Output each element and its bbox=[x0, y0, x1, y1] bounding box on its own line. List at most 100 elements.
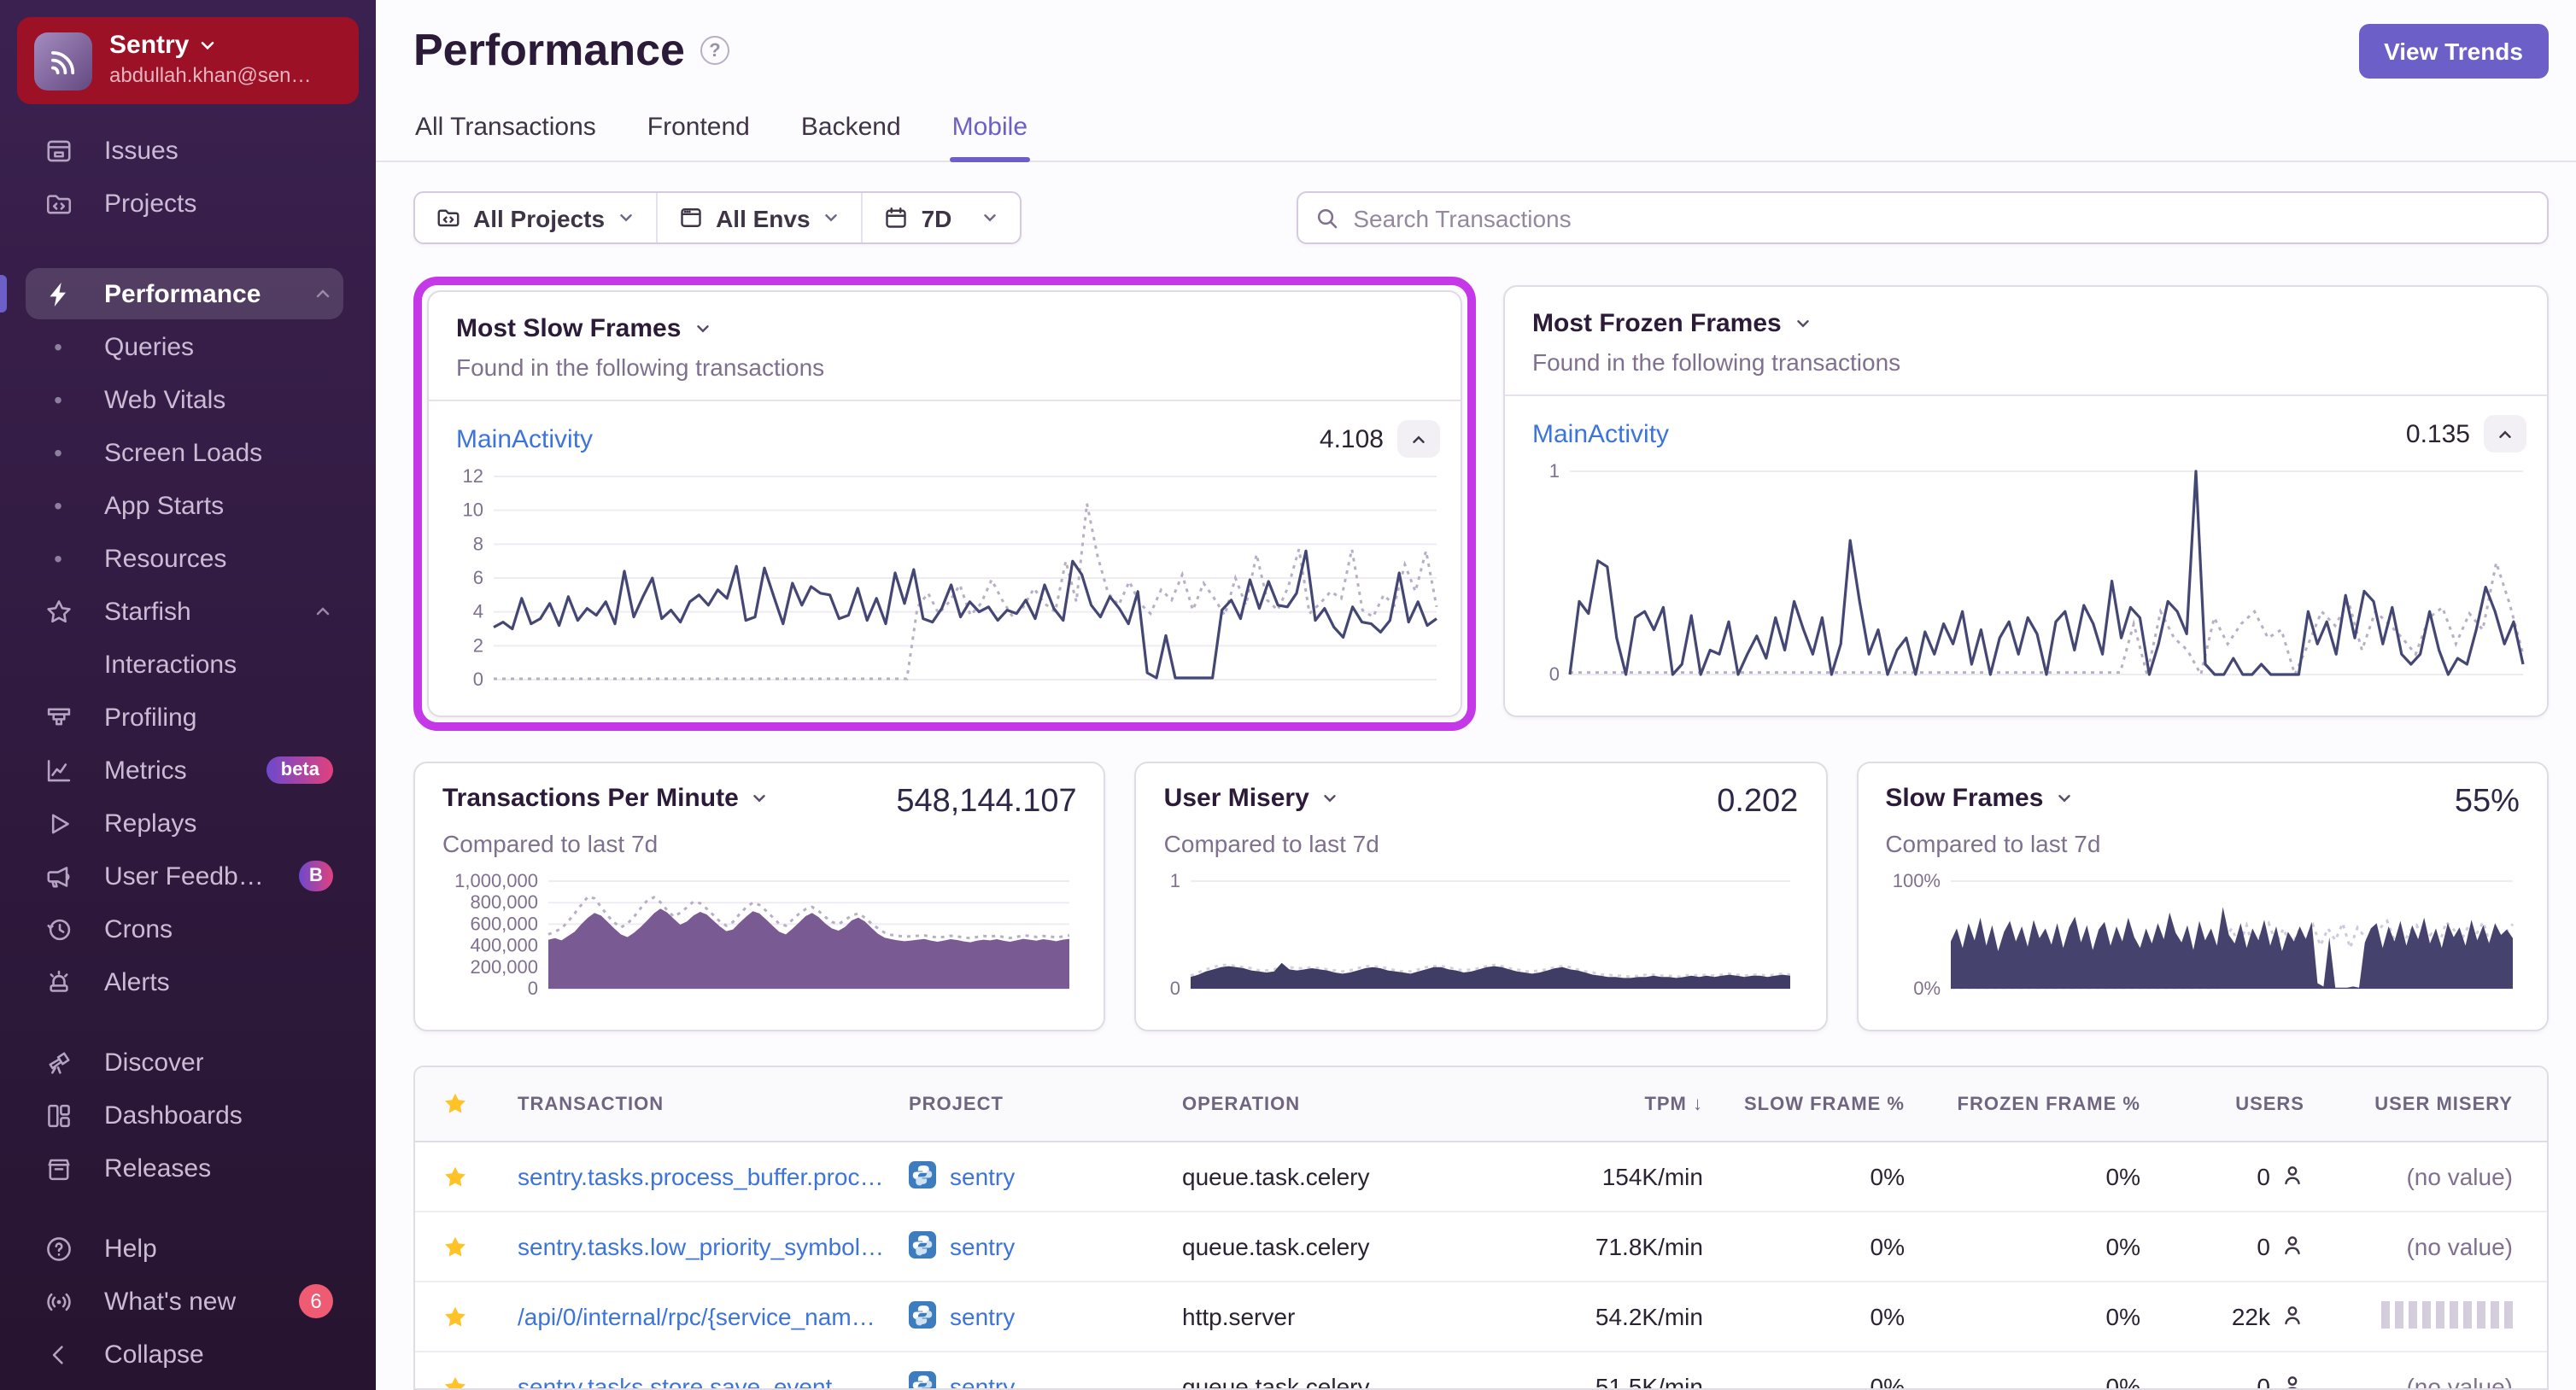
sidebar-item-issues[interactable]: Issues bbox=[26, 126, 343, 177]
sidebar-item-resources[interactable]: • Resources bbox=[26, 534, 343, 585]
python-icon bbox=[909, 1300, 936, 1333]
sidebar-nav: Issues Projects Performance • Queries • Web Vi… bbox=[0, 122, 376, 1390]
stat-value: 55% bbox=[2454, 784, 2520, 820]
widget-title-dropdown[interactable]: Transactions Per Minute bbox=[442, 784, 770, 813]
org-switcher[interactable]: Sentry abdullah.khan@sen… bbox=[17, 17, 359, 105]
chevron-down-icon bbox=[754, 795, 766, 803]
column-header-project[interactable]: PROJECT bbox=[909, 1094, 1182, 1114]
svg-text:100%: 100% bbox=[1892, 873, 1940, 891]
tpm-card: Transactions Per Minute 548,144.107 Comp… bbox=[413, 762, 1106, 1031]
star-toggle[interactable] bbox=[442, 1304, 518, 1329]
column-header-users[interactable]: USERS bbox=[2140, 1094, 2304, 1114]
bullet-icon: • bbox=[54, 492, 62, 520]
chevron-up-icon bbox=[313, 602, 333, 622]
project-cell[interactable]: sentry bbox=[909, 1230, 1182, 1263]
column-header-frozen-frame[interactable]: FROZEN FRAME % bbox=[1905, 1094, 2140, 1114]
table-row: /api/0/internal/rpc/{service_name}/{me… s… bbox=[415, 1282, 2547, 1352]
sidebar-item-app-starts[interactable]: • App Starts bbox=[26, 481, 343, 532]
user-misery-chart: 10 bbox=[1164, 870, 1799, 999]
sidebar-collapse-button[interactable]: Collapse bbox=[26, 1329, 343, 1381]
widget-title-dropdown[interactable]: User Misery bbox=[1164, 784, 1340, 813]
sidebar-item-dashboards[interactable]: Dashboards bbox=[26, 1090, 343, 1142]
transaction-link[interactable]: MainActivity bbox=[1532, 419, 1669, 448]
search-icon bbox=[1318, 207, 1338, 228]
widget-title-dropdown[interactable]: Most Frozen Frames bbox=[1532, 309, 2520, 338]
column-header-slow-frame[interactable]: SLOW FRAME % bbox=[1703, 1094, 1905, 1114]
sidebar-item-interactions[interactable]: Interactions bbox=[26, 640, 343, 691]
sidebar-item-queries[interactable]: • Queries bbox=[26, 322, 343, 373]
project-cell[interactable]: sentry bbox=[909, 1370, 1182, 1388]
sidebar-item-label: Alerts bbox=[104, 967, 170, 997]
sidebar-item-crons[interactable]: Crons bbox=[26, 904, 343, 955]
help-question-icon[interactable]: ? bbox=[700, 36, 729, 65]
collapse-label: Collapse bbox=[104, 1340, 204, 1370]
frozen-frame-pct-cell: 0% bbox=[2105, 1163, 2140, 1190]
star-toggle[interactable] bbox=[442, 1374, 518, 1388]
sidebar-item-releases[interactable]: Releases bbox=[26, 1143, 343, 1194]
transaction-link[interactable]: MainActivity bbox=[456, 424, 593, 453]
svg-text:800,000: 800,000 bbox=[470, 891, 538, 913]
collapse-row-button[interactable] bbox=[1397, 420, 1440, 458]
sidebar-item-replays[interactable]: Replays bbox=[26, 798, 343, 850]
user-misery-value: (no value) bbox=[2406, 1163, 2513, 1190]
column-header-operation[interactable]: OPERATION bbox=[1182, 1094, 1524, 1114]
sidebar-item-discover[interactable]: Discover bbox=[26, 1037, 343, 1089]
sidebar-item-projects[interactable]: Projects bbox=[26, 178, 343, 230]
transaction-link[interactable]: sentry.tasks.process_buffer.process_incr bbox=[518, 1163, 909, 1190]
search-transactions-field[interactable] bbox=[1297, 191, 2549, 244]
calendar-icon bbox=[884, 205, 910, 231]
sidebar-section: Discover Dashboards Releases bbox=[0, 1037, 376, 1196]
sidebar-item-what-s-new[interactable]: What's new 6 bbox=[26, 1276, 343, 1328]
svg-text:400,000: 400,000 bbox=[470, 935, 538, 956]
tpm-cell: 54.2K/min bbox=[1595, 1303, 1703, 1330]
transaction-link[interactable]: /api/0/internal/rpc/{service_name}/{me… bbox=[518, 1303, 909, 1330]
view-trends-button[interactable]: View Trends bbox=[2358, 24, 2549, 79]
tab-all-transactions[interactable]: All Transactions bbox=[413, 106, 598, 161]
sidebar-item-help[interactable]: Help bbox=[26, 1224, 343, 1275]
sidebar-item-label: Help bbox=[104, 1234, 157, 1264]
project-filter[interactable]: All Projects bbox=[415, 193, 656, 242]
environment-filter[interactable]: All Envs bbox=[656, 193, 862, 242]
widget-title-dropdown[interactable]: Slow Frames bbox=[1885, 784, 2074, 813]
sidebar-item-web-vitals[interactable]: • Web Vitals bbox=[26, 375, 343, 426]
star-column-header-icon[interactable] bbox=[442, 1091, 518, 1117]
sidebar-item-metrics[interactable]: Metrics beta bbox=[26, 745, 343, 797]
star-toggle[interactable] bbox=[442, 1234, 518, 1259]
chevron-down-icon bbox=[823, 208, 841, 227]
column-header-user-misery[interactable]: USER MISERY bbox=[2304, 1094, 2513, 1114]
releases-icon bbox=[43, 1153, 73, 1184]
tab-frontend[interactable]: Frontend bbox=[646, 106, 752, 161]
sidebar-item-starfish[interactable]: Starfish bbox=[26, 587, 343, 638]
tab-mobile[interactable]: Mobile bbox=[950, 106, 1030, 162]
date-range-filter[interactable]: 7D bbox=[861, 193, 1021, 242]
star-toggle[interactable] bbox=[442, 1164, 518, 1189]
users-cell: 0 bbox=[2140, 1232, 2304, 1261]
sidebar-item-label: User Feedback bbox=[104, 861, 268, 891]
svg-text:2: 2 bbox=[473, 634, 483, 656]
sidebar-item-performance[interactable]: Performance bbox=[0, 268, 343, 320]
sidebar-item-user-feedback[interactable]: User Feedback B bbox=[26, 851, 343, 902]
sidebar-item-label: Queries bbox=[104, 332, 195, 362]
widget-title-dropdown[interactable]: Most Slow Frames bbox=[456, 314, 1433, 343]
collapse-row-button[interactable] bbox=[2484, 415, 2526, 453]
sidebar-item-profiling[interactable]: Profiling bbox=[26, 692, 343, 744]
transaction-link[interactable]: sentry.tasks.low_priority_symbolication.… bbox=[518, 1233, 909, 1260]
chevron-up-icon bbox=[313, 284, 333, 305]
tab-backend[interactable]: Backend bbox=[799, 106, 903, 161]
search-input[interactable] bbox=[1353, 204, 2530, 231]
sidebar-item-alerts[interactable]: Alerts bbox=[26, 957, 343, 1008]
sidebar-item-screen-loads[interactable]: • Screen Loads bbox=[26, 428, 343, 479]
svg-text:4: 4 bbox=[473, 601, 483, 622]
column-header-tpm[interactable]: TPM ↓ bbox=[1524, 1094, 1703, 1114]
table-row: sentry.tasks.process_buffer.process_incr… bbox=[415, 1142, 2547, 1212]
transaction-link[interactable]: sentry.tasks.store.save_event bbox=[518, 1373, 909, 1388]
frozen-frames-chart: 10 bbox=[1519, 460, 2530, 685]
crons-icon bbox=[43, 914, 73, 945]
project-cell[interactable]: sentry bbox=[909, 1160, 1182, 1193]
page-header: Performance ? View Trends bbox=[376, 0, 2576, 79]
chevron-left-icon bbox=[43, 1340, 73, 1370]
project-cell[interactable]: sentry bbox=[909, 1300, 1182, 1333]
nav-item-extras bbox=[313, 602, 333, 622]
column-header-transaction[interactable]: TRANSACTION bbox=[518, 1094, 909, 1114]
slow-frames-chart: 12 10 8 6 4 2 0 bbox=[442, 465, 1443, 690]
